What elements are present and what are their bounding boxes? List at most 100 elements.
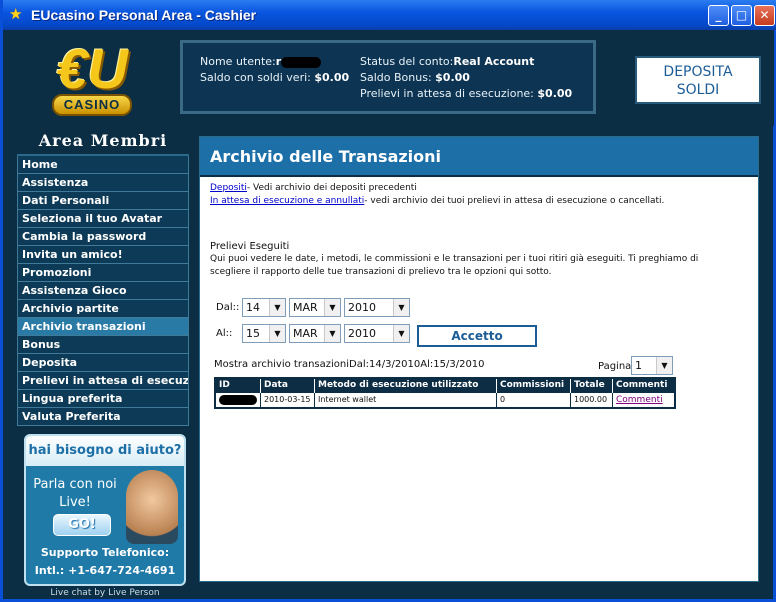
close-button[interactable]: ✕ <box>754 5 775 26</box>
phone-number: Intl.: +1-647-724-4691 <box>34 564 176 577</box>
sidebar-item[interactable]: Cambia la password <box>17 228 189 246</box>
cell-method: Internet wallet <box>314 391 497 408</box>
to-month-value: MAR <box>293 327 318 340</box>
minimize-button[interactable]: _ <box>708 5 729 26</box>
pending-desc: - vedi archivio dei tuoi prelievi in att… <box>364 196 665 206</box>
sidebar-item[interactable]: Prelievi in attesa di esecuzione <box>17 372 189 390</box>
sidebar-item[interactable]: Archivio partite <box>17 300 189 318</box>
account-col-left: Nome utente:r Saldo con soldi veri: $0.0… <box>200 54 349 86</box>
header: €U CASINO Nome utente:r Saldo con soldi … <box>6 30 774 126</box>
sidebar-item[interactable]: Dati Personali <box>17 192 189 210</box>
live-chat-go-button[interactable]: GO! <box>53 514 111 536</box>
pending-label: Prelievi in attesa di esecuzione: <box>360 87 534 100</box>
help-banner[interactable]: hai bisogno di aiuto? Parla con noi Live… <box>24 434 186 586</box>
from-month-value: MAR <box>293 301 318 314</box>
from-year-value: 2010 <box>348 301 376 314</box>
col-comments: Commenti <box>612 378 675 392</box>
logo-casino-text: CASINO <box>52 94 132 116</box>
chevron-down-icon: ▼ <box>269 325 285 342</box>
table-row: 2010-03-15 Internet wallet 0 1000.00 Com… <box>215 391 675 408</box>
comments-link[interactable]: Commenti <box>616 395 663 405</box>
to-year-select[interactable]: 2010 ▼ <box>344 324 410 343</box>
phone-label: Supporto Telefonico: <box>40 546 170 559</box>
deposit-money-button[interactable]: DEPOSITA SOLDI <box>635 56 761 104</box>
sidebar-item[interactable]: Assistenza Gioco <box>17 282 189 300</box>
main-content: Archivio delle Transazioni Depositi- Ved… <box>199 136 759 582</box>
deposit-line2: SOLDI <box>676 82 720 98</box>
logo-eu-text: €U <box>56 37 128 100</box>
support-agent-avatar <box>126 470 178 544</box>
star-icon: ★ <box>9 5 23 23</box>
chevron-down-icon: ▼ <box>393 299 409 316</box>
cell-total: 1000.00 <box>570 391 613 408</box>
sidebar-item[interactable]: Assistenza <box>17 174 189 192</box>
transactions-table: ID Data Metodo di esecuzione utilizzato … <box>214 377 676 409</box>
chevron-down-icon: ▼ <box>393 325 409 342</box>
livechat-credit: Live chat by Live Person <box>50 588 160 598</box>
pending-link[interactable]: In attesa di esecuzione e annullati <box>210 196 364 206</box>
sidebar-title: Area Membri <box>38 131 168 150</box>
chevron-down-icon: ▼ <box>656 357 672 374</box>
cell-fees: 0 <box>496 391 571 408</box>
status-row: Status del conto:Real Account <box>360 54 572 70</box>
sidebar-item[interactable]: Promozioni <box>17 264 189 282</box>
sidebar-item[interactable]: Archivio transazioni <box>17 318 189 336</box>
page-title: Archivio delle Transazioni <box>200 137 758 177</box>
section-title: Prelievi Eseguiti <box>210 241 290 252</box>
sidebar-item[interactable]: Lingua preferita <box>17 390 189 408</box>
help-heading: hai bisogno di aiuto? <box>26 436 184 466</box>
sidebar-item[interactable]: Invita un amico! <box>17 246 189 264</box>
from-year-select[interactable]: 2010 ▼ <box>344 298 410 317</box>
bonus-row: Saldo Bonus: $0.00 <box>360 70 572 86</box>
pending-value: $0.00 <box>537 87 573 100</box>
deposits-line: Depositi- Vedi archivio dei depositi pre… <box>210 182 417 195</box>
pending-line: In attesa di esecuzione e annullati- ved… <box>210 195 664 208</box>
maximize-button[interactable]: □ <box>731 5 752 26</box>
deposits-desc: - Vedi archivio dei depositi precedenti <box>246 183 417 193</box>
pending-row: Prelievi in attesa di esecuzione: $0.00 <box>360 86 572 102</box>
accept-button[interactable]: Accetto <box>417 325 537 347</box>
redacted-block <box>219 394 257 405</box>
sidebar-item[interactable]: Deposita <box>17 354 189 372</box>
from-month-select[interactable]: MAR ▼ <box>289 298 341 317</box>
sidebar-item[interactable]: Bonus <box>17 336 189 354</box>
cell-comments: Commenti <box>612 391 675 408</box>
to-month-select[interactable]: MAR ▼ <box>289 324 341 343</box>
sidebar-item[interactable]: Home <box>17 156 189 174</box>
to-label: Al:: <box>216 328 233 339</box>
real-balance-value: $0.00 <box>314 71 350 84</box>
from-label: Dal:: <box>216 302 240 313</box>
col-method: Metodo di esecuzione utilizzato <box>314 378 497 392</box>
real-balance-label: Saldo con soldi veri: <box>200 71 311 84</box>
chevron-down-icon: ▼ <box>269 299 285 316</box>
status-label: Status del conto: <box>360 55 454 68</box>
sidebar-item[interactable]: Seleziona il tuo Avatar <box>17 210 189 228</box>
account-summary: Nome utente:r Saldo con soldi veri: $0.0… <box>180 40 596 114</box>
deposits-link[interactable]: Depositi <box>210 183 247 193</box>
page-select[interactable]: 1 ▼ <box>631 356 673 375</box>
eucasino-logo[interactable]: €U CASINO <box>46 38 138 122</box>
redacted-block <box>281 56 322 68</box>
title-bar[interactable]: ★ EUcasino Personal Area - Cashier _ □ ✕ <box>3 0 776 30</box>
showing-range: Mostra archivio transazioniDal:14/3/2010… <box>214 359 485 370</box>
to-day-select[interactable]: 15 ▼ <box>242 324 286 343</box>
cell-date: 2010-03-15 <box>260 391 315 408</box>
window-title: EUcasino Personal Area - Cashier <box>31 7 257 23</box>
page-label: Pagina <box>598 361 632 372</box>
to-day-value: 15 <box>246 327 260 340</box>
username-label: Nome utente: <box>200 55 276 68</box>
section-desc: Qui puoi vedere le date, i metodi, le co… <box>210 254 699 277</box>
sidebar-item[interactable]: Valuta Preferita <box>17 408 189 426</box>
app-window: ★ EUcasino Personal Area - Cashier _ □ ✕… <box>0 0 776 602</box>
col-total: Totale <box>570 378 613 392</box>
bonus-value: $0.00 <box>435 71 470 84</box>
table-header-row: ID Data Metodo di esecuzione utilizzato … <box>215 378 675 392</box>
chevron-down-icon: ▼ <box>324 325 340 342</box>
status-value: Real Account <box>453 55 535 68</box>
bonus-label: Saldo Bonus: <box>360 71 432 84</box>
col-date: Data <box>260 378 315 392</box>
help-talk-text: Parla con noi Live! <box>33 477 117 510</box>
page-value: 1 <box>635 359 642 372</box>
from-day-select[interactable]: 14 ▼ <box>242 298 286 317</box>
real-balance-row: Saldo con soldi veri: $0.00 <box>200 70 349 86</box>
